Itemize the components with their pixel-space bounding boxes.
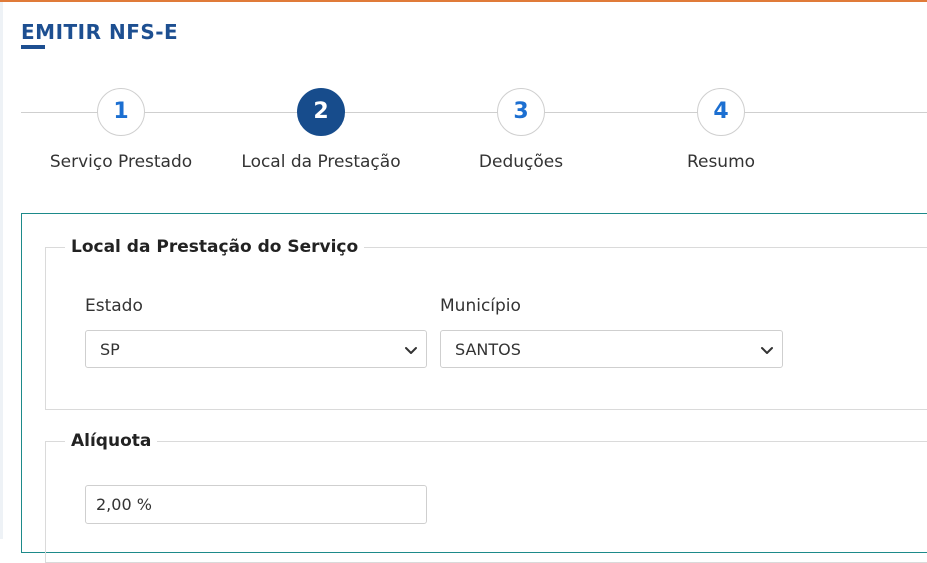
chevron-down-icon [761,347,773,354]
step-number: 1 [97,88,145,136]
local-prestacao-legend: Local da Prestação do Serviço [65,237,365,257]
step-deducoes[interactable]: 3 Deduções [421,88,621,172]
page-title: EMITIR NFS-E [21,20,179,44]
local-prestacao-fieldset [45,247,927,410]
estado-label: Estado [85,296,143,316]
step-servico-prestado[interactable]: 1 Serviço Prestado [21,88,221,172]
step-number: 2 [297,88,345,136]
municipio-label: Município [440,296,521,316]
step-local-da-prestacao[interactable]: 2 Local da Prestação [221,88,421,172]
aliquota-legend: Alíquota [65,431,158,451]
estado-select[interactable]: SP [85,330,427,368]
top-accent-border [0,0,927,2]
step-number: 3 [497,88,545,136]
left-edge [0,2,3,539]
aliquota-input[interactable] [85,485,427,524]
step-resumo[interactable]: 4 Resumo [621,88,821,172]
step-label: Resumo [686,152,756,172]
estado-select-value: SP [100,340,120,359]
municipio-select[interactable]: SANTOS [440,330,783,368]
step-number: 4 [697,88,745,136]
step-label: Local da Prestação [241,152,401,172]
step-label: Serviço Prestado [49,152,193,172]
chevron-down-icon [405,347,417,354]
step-label: Deduções [478,152,564,172]
title-underline [21,45,45,49]
municipio-select-value: SANTOS [455,340,521,359]
